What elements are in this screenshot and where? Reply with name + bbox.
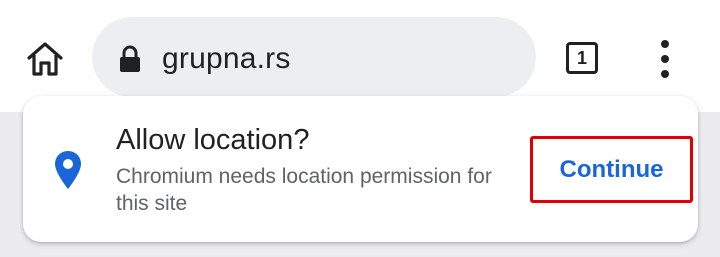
prompt-message: Chromium needs location permission for t… bbox=[116, 165, 492, 215]
address-bar[interactable] bbox=[92, 17, 536, 97]
more-vert-icon-dot bbox=[661, 70, 669, 78]
prompt-title: Allow location? bbox=[116, 124, 310, 156]
more-vert-icon-dot bbox=[661, 55, 669, 63]
home-button[interactable] bbox=[20, 34, 70, 84]
more-vert-icon-dot bbox=[661, 40, 669, 48]
home-icon bbox=[27, 42, 63, 76]
more-menu-button[interactable] bbox=[650, 36, 680, 82]
lock-icon bbox=[120, 45, 140, 72]
url-text[interactable]: grupna.rs bbox=[162, 40, 291, 78]
continue-button[interactable]: Continue bbox=[530, 136, 693, 203]
location-pin-icon bbox=[55, 151, 81, 189]
tab-count[interactable]: 1 bbox=[566, 42, 598, 74]
